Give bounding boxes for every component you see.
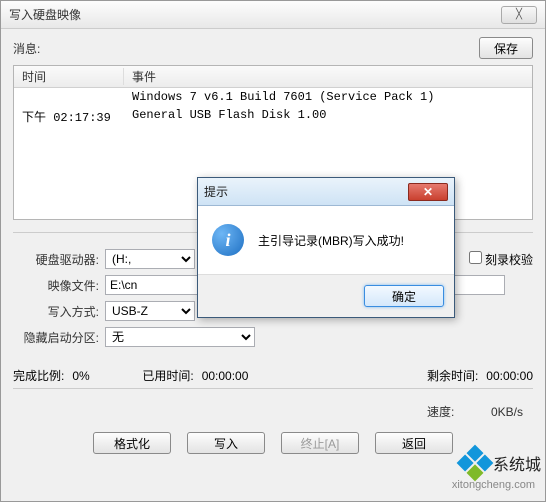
drive-label: 硬盘驱动器: bbox=[13, 251, 105, 268]
mode-label: 写入方式: bbox=[13, 303, 105, 320]
elapsed-value: 00:00:00 bbox=[202, 369, 272, 383]
log-header: 时间 事件 bbox=[14, 66, 532, 88]
col-event-header: 事件 bbox=[124, 68, 164, 85]
hide-row: 隐藏启动分区: 无 bbox=[13, 327, 533, 347]
main-window: 写入硬盘映像 ╳ 消息: 保存 时间 事件 Windows 7 v6.1 Bui… bbox=[0, 0, 546, 502]
alert-dialog: 提示 ✕ i 主引导记录(MBR)写入成功! 确定 bbox=[197, 177, 455, 318]
titlebar: 写入硬盘映像 ╳ bbox=[1, 1, 545, 29]
write-button[interactable]: 写入 bbox=[187, 432, 265, 454]
dialog-footer: 确定 bbox=[198, 274, 454, 317]
dialog-titlebar: 提示 ✕ bbox=[198, 178, 454, 206]
logo-icon bbox=[455, 443, 495, 483]
format-button[interactable]: 格式化 bbox=[93, 432, 171, 454]
log-row: 下午 02:17:39 General USB Flash Disk 1.00 bbox=[14, 106, 532, 127]
save-button[interactable]: 保存 bbox=[479, 37, 533, 59]
dialog-title: 提示 bbox=[204, 183, 408, 200]
message-row: 消息: 保存 bbox=[13, 37, 533, 59]
image-label: 映像文件: bbox=[13, 277, 105, 294]
log-row: Windows 7 v6.1 Build 7601 (Service Pack … bbox=[14, 88, 532, 106]
hide-label: 隐藏启动分区: bbox=[13, 329, 105, 346]
done-label: 完成比例: bbox=[13, 367, 64, 384]
log-event: General USB Flash Disk 1.00 bbox=[124, 108, 532, 125]
dialog-body: i 主引导记录(MBR)写入成功! bbox=[198, 206, 454, 274]
remain-label: 剩余时间: bbox=[427, 367, 478, 384]
done-value: 0% bbox=[72, 369, 142, 383]
info-icon: i bbox=[212, 224, 244, 256]
verify-checkbox-label[interactable]: 刻录校验 bbox=[469, 251, 533, 268]
elapsed-label: 已用时间: bbox=[142, 367, 193, 384]
watermark-logo: 系统城 bbox=[461, 449, 541, 477]
back-button[interactable]: 返回 bbox=[375, 432, 453, 454]
message-label: 消息: bbox=[13, 40, 479, 57]
col-time-header: 时间 bbox=[14, 68, 124, 85]
watermark-url: xitongcheng.com bbox=[452, 479, 535, 491]
dialog-ok-button[interactable]: 确定 bbox=[364, 285, 444, 307]
drive-select[interactable]: (H:, bbox=[105, 249, 195, 269]
log-event: Windows 7 v6.1 Build 7601 (Service Pack … bbox=[124, 90, 532, 104]
speed-label: 速度: bbox=[427, 405, 454, 419]
window-title: 写入硬盘映像 bbox=[9, 6, 501, 23]
dialog-close-button[interactable]: ✕ bbox=[408, 183, 448, 201]
mode-select[interactable]: USB-Z bbox=[105, 301, 195, 321]
button-row: 格式化 写入 终止[A] 返回 bbox=[13, 428, 533, 458]
hide-select[interactable]: 无 bbox=[105, 327, 255, 347]
remain-value: 00:00:00 bbox=[486, 369, 533, 383]
speed-value: 0KB/s bbox=[491, 405, 523, 419]
dialog-message: 主引导记录(MBR)写入成功! bbox=[258, 232, 404, 249]
log-body: Windows 7 v6.1 Build 7601 (Service Pack … bbox=[14, 88, 532, 127]
verify-checkbox[interactable] bbox=[469, 251, 482, 264]
log-time: 下午 02:17:39 bbox=[14, 108, 124, 125]
log-time bbox=[14, 90, 124, 104]
window-close-button[interactable]: ╳ bbox=[501, 6, 537, 24]
speed-row: 速度: 0KB/s bbox=[13, 397, 533, 428]
progress-row: 完成比例: 0% 已用时间: 00:00:00 剩余时间: 00:00:00 bbox=[13, 367, 533, 384]
watermark-brand: 系统城 bbox=[493, 451, 541, 475]
abort-button[interactable]: 终止[A] bbox=[281, 432, 359, 454]
divider bbox=[13, 388, 533, 389]
verify-text: 刻录校验 bbox=[485, 253, 533, 267]
